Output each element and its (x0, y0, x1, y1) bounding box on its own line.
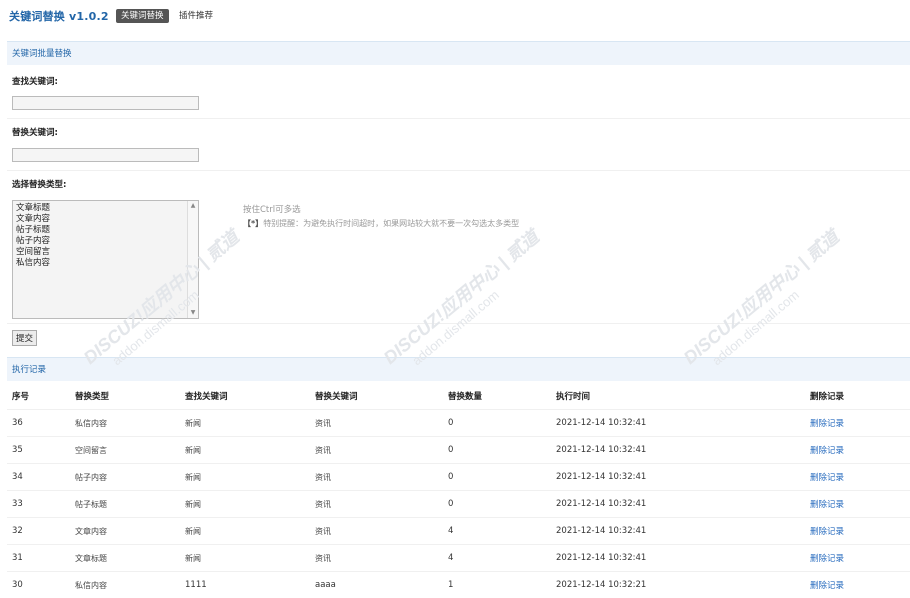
cell-count: 0 (443, 491, 551, 518)
col-header-delete: 删除记录 (805, 383, 910, 410)
col-header-find: 查找关键词 (180, 383, 310, 410)
cell-count: 0 (443, 437, 551, 464)
cell-count: 4 (443, 518, 551, 545)
delete-record-link[interactable]: 删除记录 (810, 554, 844, 564)
cell-find: 新闻 (180, 518, 310, 545)
cell-find: 新闻 (180, 545, 310, 572)
type-option-thread-content[interactable]: 帖子内容 (16, 236, 195, 247)
replace-keyword-input[interactable] (12, 148, 199, 162)
cell-time: 2021-12-14 10:32:41 (551, 410, 805, 437)
table-row: 30 私信内容 1111 aaaa 1 2021-12-14 10:32:21 … (7, 572, 910, 598)
tab-plugin-recommend[interactable]: 插件推荐 (179, 9, 213, 23)
find-keyword-label: 查找关键词: (12, 75, 58, 87)
delete-record-link[interactable]: 删除记录 (810, 500, 844, 510)
cell-find: 新闻 (180, 437, 310, 464)
divider (7, 118, 910, 119)
cell-replace: aaaa (310, 572, 443, 598)
select-scrollbar[interactable]: ▲ ▼ (187, 201, 198, 318)
app-title: 关键词替换 v1.0.2 (9, 8, 109, 24)
cell-count: 0 (443, 410, 551, 437)
table-row: 35 空间留言 新闻 资讯 0 2021-12-14 10:32:41 删除记录 (7, 437, 910, 464)
cell-time: 2021-12-14 10:32:41 (551, 545, 805, 572)
cell-type: 私信内容 (70, 410, 180, 437)
cell-find: 新闻 (180, 491, 310, 518)
scroll-up-icon[interactable]: ▲ (188, 201, 198, 211)
table-row: 32 文章内容 新闻 资讯 4 2021-12-14 10:32:41 删除记录 (7, 518, 910, 545)
submit-button[interactable]: 提交 (12, 330, 37, 346)
cell-replace: 资讯 (310, 545, 443, 572)
table-row: 33 帖子标题 新闻 资讯 0 2021-12-14 10:32:41 删除记录 (7, 491, 910, 518)
delete-record-link[interactable]: 删除记录 (810, 419, 844, 429)
section-title-batch-replace: 关键词批量替换 (7, 41, 910, 65)
cell-id: 34 (7, 464, 70, 491)
cell-time: 2021-12-14 10:32:21 (551, 572, 805, 598)
divider (7, 323, 910, 324)
cell-time: 2021-12-14 10:32:41 (551, 464, 805, 491)
ctrl-multiselect-hint: 按住Ctrl可多选 (243, 203, 301, 215)
type-option-private-message[interactable]: 私信内容 (16, 258, 195, 269)
cell-replace: 资讯 (310, 464, 443, 491)
delete-record-link[interactable]: 删除记录 (810, 446, 844, 456)
table-row: 36 私信内容 新闻 资讯 0 2021-12-14 10:32:41 删除记录 (7, 410, 910, 437)
tab-keyword-replace[interactable]: 关键词替换 (116, 9, 169, 23)
col-header-type: 替换类型 (70, 383, 180, 410)
delete-record-link[interactable]: 删除记录 (810, 473, 844, 483)
cell-id: 36 (7, 410, 70, 437)
cell-time: 2021-12-14 10:32:41 (551, 518, 805, 545)
table-row: 31 文章标题 新闻 资讯 4 2021-12-14 10:32:41 删除记录 (7, 545, 910, 572)
cell-id: 32 (7, 518, 70, 545)
cell-find: 新闻 (180, 464, 310, 491)
cell-id: 35 (7, 437, 70, 464)
type-option-article-content[interactable]: 文章内容 (16, 214, 195, 225)
delete-record-link[interactable]: 删除记录 (810, 527, 844, 537)
replace-type-label: 选择替换类型: (12, 178, 66, 190)
cell-type: 帖子标题 (70, 491, 180, 518)
watermark-text: DISCUZ!应用中心 | 贰道 (680, 225, 845, 368)
table-header-row: 序号 替换类型 查找关键词 替换关键词 替换数量 执行时间 删除记录 (7, 383, 910, 410)
cell-type: 文章标题 (70, 545, 180, 572)
cell-replace: 资讯 (310, 410, 443, 437)
cell-find: 新闻 (180, 410, 310, 437)
cell-count: 0 (443, 464, 551, 491)
cell-time: 2021-12-14 10:32:41 (551, 491, 805, 518)
table-row: 34 帖子内容 新闻 资讯 0 2021-12-14 10:32:41 删除记录 (7, 464, 910, 491)
cell-replace: 资讯 (310, 491, 443, 518)
cell-count: 4 (443, 545, 551, 572)
watermark-text: DISCUZ!应用中心 | 贰道 (380, 225, 545, 368)
cell-time: 2021-12-14 10:32:41 (551, 437, 805, 464)
timeout-warning-hint: 【*】特别提醒：为避免执行时间超时，如果网站较大就不要一次勾选太多类型 (243, 218, 519, 229)
delete-record-link[interactable]: 删除记录 (810, 581, 844, 591)
top-bar: 关键词替换 v1.0.2 关键词替换 插件推荐 (0, 0, 910, 34)
type-option-article-title[interactable]: 文章标题 (16, 203, 195, 214)
col-header-count: 替换数量 (443, 383, 551, 410)
cell-type: 帖子内容 (70, 464, 180, 491)
replace-keyword-label: 替换关键词: (12, 126, 58, 138)
cell-find: 1111 (180, 572, 310, 598)
cell-type: 文章内容 (70, 518, 180, 545)
cell-replace: 资讯 (310, 518, 443, 545)
cell-type: 私信内容 (70, 572, 180, 598)
col-header-replace: 替换关键词 (310, 383, 443, 410)
cell-type: 空间留言 (70, 437, 180, 464)
section-title-records: 执行记录 (7, 357, 910, 381)
cell-id: 31 (7, 545, 70, 572)
records-table: 序号 替换类型 查找关键词 替换关键词 替换数量 执行时间 删除记录 36 私信… (7, 383, 910, 598)
scroll-down-icon[interactable]: ▼ (188, 308, 198, 318)
col-header-id: 序号 (7, 383, 70, 410)
replace-type-select[interactable]: 文章标题 文章内容 帖子标题 帖子内容 空间留言 私信内容 ▲ ▼ (12, 200, 199, 319)
find-keyword-input[interactable] (12, 96, 199, 110)
cell-id: 30 (7, 572, 70, 598)
warning-text: 特别提醒：为避免执行时间超时，如果网站较大就不要一次勾选太多类型 (263, 219, 519, 228)
cell-replace: 资讯 (310, 437, 443, 464)
cell-id: 33 (7, 491, 70, 518)
warning-prefix: 【*】 (243, 219, 263, 228)
type-option-thread-title[interactable]: 帖子标题 (16, 225, 195, 236)
type-option-space-comment[interactable]: 空间留言 (16, 247, 195, 258)
col-header-time: 执行时间 (551, 383, 805, 410)
cell-count: 1 (443, 572, 551, 598)
divider (7, 170, 910, 171)
